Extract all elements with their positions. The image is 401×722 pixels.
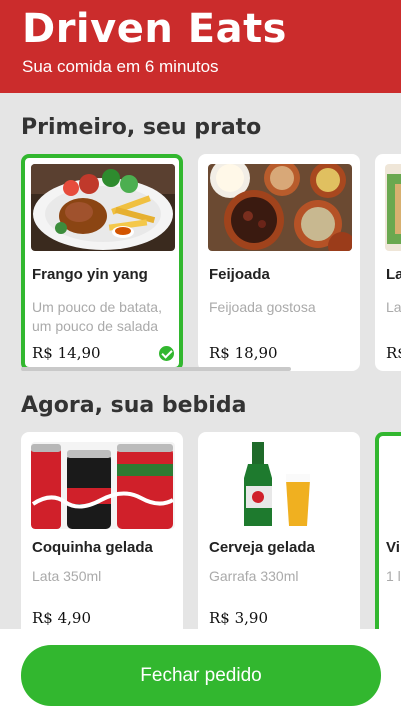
app-tagline: Sua comida em 6 minutos	[22, 57, 219, 76]
dish-card[interactable]: Frango yin yang Um pouco de batata, um p…	[21, 154, 183, 371]
dish-price: R$ 18,90	[209, 344, 278, 362]
drink-card[interactable]: Cerveja gelada Garrafa 330ml R$ 3,90	[198, 432, 360, 630]
dish-price: R$	[386, 344, 401, 362]
chicken-fries-salad-photo	[31, 164, 175, 251]
dish-price: R$ 14,90	[32, 344, 101, 362]
drink-name: Vi	[386, 539, 400, 556]
footer-bar: Fechar pedido	[0, 629, 401, 722]
drink-name: Cerveja gelada	[209, 539, 315, 556]
dish-name: La	[386, 266, 401, 283]
close-order-button[interactable]: Fechar pedido	[21, 645, 381, 706]
dishes-carousel[interactable]: Frango yin yang Um pouco de batata, um p…	[21, 154, 401, 372]
dish-card[interactable]: La La R$	[375, 154, 401, 371]
dish-description: La	[386, 299, 401, 315]
feijoada-pots-photo	[208, 164, 352, 251]
lasagna-photo	[385, 164, 401, 251]
drink-price: R$ 3,90	[209, 609, 269, 627]
beer-bottle-glass-photo	[208, 442, 352, 529]
app-title: Driven Eats	[22, 6, 287, 52]
drink-name: Coquinha gelada	[32, 539, 153, 556]
dish-name: Feijoada	[209, 266, 270, 283]
drinks-carousel[interactable]: Coquinha gelada Lata 350ml R$ 4,90 Cerve…	[21, 432, 401, 630]
coca-cola-cans-photo	[31, 442, 175, 529]
dish-card[interactable]: Feijoada Feijoada gostosa R$ 18,90	[198, 154, 360, 371]
drink-description: 1 l	[386, 568, 401, 584]
drink-card[interactable]: Vi 1 l	[375, 432, 401, 630]
horizontal-scrollbar[interactable]	[21, 367, 291, 371]
app-header: Driven Eats Sua comida em 6 minutos	[0, 0, 401, 93]
section-title-drinks: Agora, sua bebida	[21, 393, 247, 418]
section-title-dishes: Primeiro, seu prato	[21, 115, 262, 140]
drink-card[interactable]: Coquinha gelada Lata 350ml R$ 4,90	[21, 432, 183, 630]
check-circle-icon	[159, 346, 174, 361]
drink-price: R$ 4,90	[32, 609, 92, 627]
drink-description: Lata 350ml	[32, 568, 102, 584]
dish-description: Feijoada gostosa	[209, 299, 316, 315]
dish-description: Um pouco de batata, um pouco de salada	[32, 299, 162, 334]
drink-description: Garrafa 330ml	[209, 568, 299, 584]
dish-name: Frango yin yang	[32, 266, 148, 283]
